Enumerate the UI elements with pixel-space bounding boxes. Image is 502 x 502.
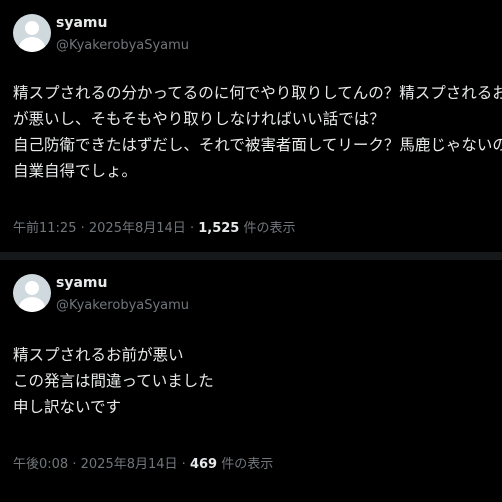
avatar-head	[25, 21, 39, 35]
tweet-text-line: 自己防衛できたはずだし、それで被害者面してリーク？馬鹿じゃないの？	[13, 136, 502, 154]
display-name[interactable]: syamu	[56, 15, 107, 32]
avatar[interactable]	[13, 274, 51, 312]
post-1: syamu @KyakerobyaSyamu 精スプされるの分かってるのに何でや…	[0, 0, 502, 252]
post-separator	[0, 252, 502, 260]
post-date[interactable]: 2025年8月14日	[89, 221, 186, 236]
post-meta: 午前11:25 · 2025年8月14日 · 1,525 件の表示	[13, 221, 296, 237]
view-count-label: 件の表示	[243, 221, 296, 236]
avatar-body	[19, 297, 45, 312]
post-time[interactable]: 午前11:25	[13, 221, 76, 236]
tweet-text-line: が悪いし、そもそもやり取りしなければいい話では？	[13, 110, 385, 128]
user-handle[interactable]: @KyakerobyaSyamu	[56, 298, 189, 314]
meta-separator: ·	[189, 221, 195, 236]
meta-separator: ·	[72, 457, 77, 472]
avatar-body	[19, 37, 45, 52]
tweet-text-line: この発言は間違っていました	[13, 372, 214, 390]
tweet-text-line: 自業自得でしょ。	[13, 162, 138, 180]
avatar-head	[25, 281, 39, 295]
meta-separator: ·	[181, 457, 186, 472]
tweet-text-line: 精スプされるお前が悪い	[13, 346, 184, 364]
post-meta: 午後0:08 · 2025年8月14日 · 469 件の表示	[13, 457, 273, 473]
tweet-text: 精スプされるお前が悪い この発言は間違っていました 申し訳ないです	[13, 342, 495, 420]
user-handle[interactable]: @KyakerobyaSyamu	[56, 38, 189, 54]
post-time[interactable]: 午後0:08	[13, 457, 68, 472]
post-2: syamu @KyakerobyaSyamu 精スプされるお前が悪い この発言は…	[0, 260, 502, 502]
tweet-text-line: 精スプされるの分かってるのに何でやり取りしてんの？精スプされるお前	[13, 84, 502, 102]
tweet-text: 精スプされるの分かってるのに何でやり取りしてんの？精スプされるお前 が悪いし、そ…	[13, 80, 502, 184]
display-name[interactable]: syamu	[56, 275, 107, 292]
view-count-label: 件の表示	[221, 457, 274, 472]
post-date[interactable]: 2025年8月14日	[81, 457, 178, 472]
avatar[interactable]	[13, 14, 51, 52]
tweet-text-line: 申し訳ないです	[13, 398, 122, 416]
view-count[interactable]: 1,525	[198, 221, 239, 236]
view-count[interactable]: 469	[190, 457, 217, 472]
meta-separator: ·	[80, 221, 85, 236]
